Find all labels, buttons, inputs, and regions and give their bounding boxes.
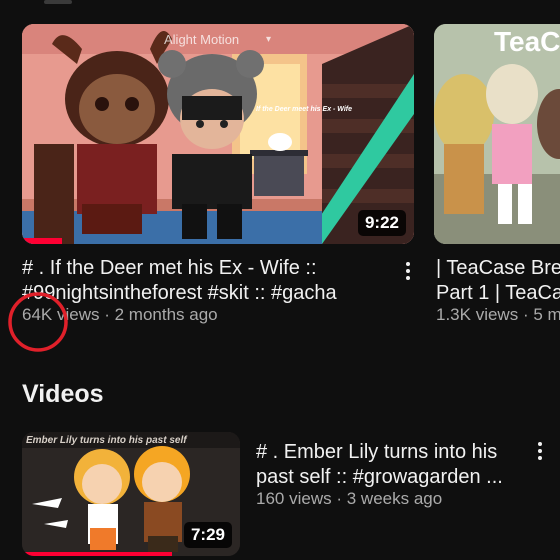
thumbnail-caption: Ember Lily turns into his past self bbox=[26, 435, 187, 446]
video-duration: 9:22 bbox=[357, 210, 406, 236]
video-title[interactable]: # . Ember Lily turns into his past self … bbox=[256, 440, 526, 490]
video-thumbnail[interactable]: Ember Lily turns into his past self 7:29 bbox=[22, 432, 240, 556]
video-title-line: # . Ember Lily turns into his bbox=[256, 441, 498, 463]
thumbnail-artwork bbox=[22, 24, 414, 244]
video-title-line: | TeaCase Bre bbox=[436, 257, 560, 279]
upload-age: 2 months ago bbox=[114, 305, 218, 324]
video-meta: 160 views · 3 weeks ago bbox=[256, 489, 442, 509]
view-count: 160 views bbox=[256, 489, 332, 508]
video-title-line: # . If the Deer met his Ex - Wife :: bbox=[22, 257, 317, 279]
upload-age: 3 weeks ago bbox=[346, 489, 443, 508]
view-count: 1.3K views bbox=[436, 305, 519, 324]
thumbnail-watermark: Alight Motion bbox=[164, 32, 240, 47]
video-title-line: #99nightsintheforest #skit :: #gacha bbox=[22, 282, 337, 304]
meta-separator: · bbox=[104, 305, 110, 324]
annotation-circle bbox=[8, 292, 68, 352]
meta-separator: · bbox=[522, 305, 529, 324]
thumbnail-text: TeaC bbox=[494, 26, 560, 57]
section-title: Videos bbox=[22, 380, 104, 408]
previous-row-edge bbox=[44, 0, 72, 4]
video-meta: 1.3K views · 5 m bbox=[436, 305, 560, 325]
more-options-icon[interactable] bbox=[535, 442, 545, 464]
video-title[interactable]: | TeaCase Bre Part 1 | TeaCa bbox=[436, 256, 560, 306]
meta-separator: · bbox=[336, 489, 343, 508]
more-options-icon[interactable] bbox=[403, 262, 413, 284]
video-thumbnail[interactable]: Alight Motion ▾ If the Deer meet his Ex … bbox=[22, 24, 414, 244]
video-duration: 7:29 bbox=[183, 522, 232, 548]
video-title-line: past self :: #growagarden ... bbox=[256, 466, 503, 488]
video-thumbnail[interactable]: TeaC bbox=[434, 24, 560, 244]
thumbnail-caption: If the Deer meet his Ex - Wife bbox=[256, 106, 353, 113]
watermark-chevron-icon: ▾ bbox=[266, 34, 272, 45]
video-title[interactable]: # . If the Deer met his Ex - Wife :: #99… bbox=[22, 256, 392, 306]
video-title-line: Part 1 | TeaCa bbox=[436, 282, 560, 304]
upload-age: 5 m bbox=[533, 305, 560, 324]
